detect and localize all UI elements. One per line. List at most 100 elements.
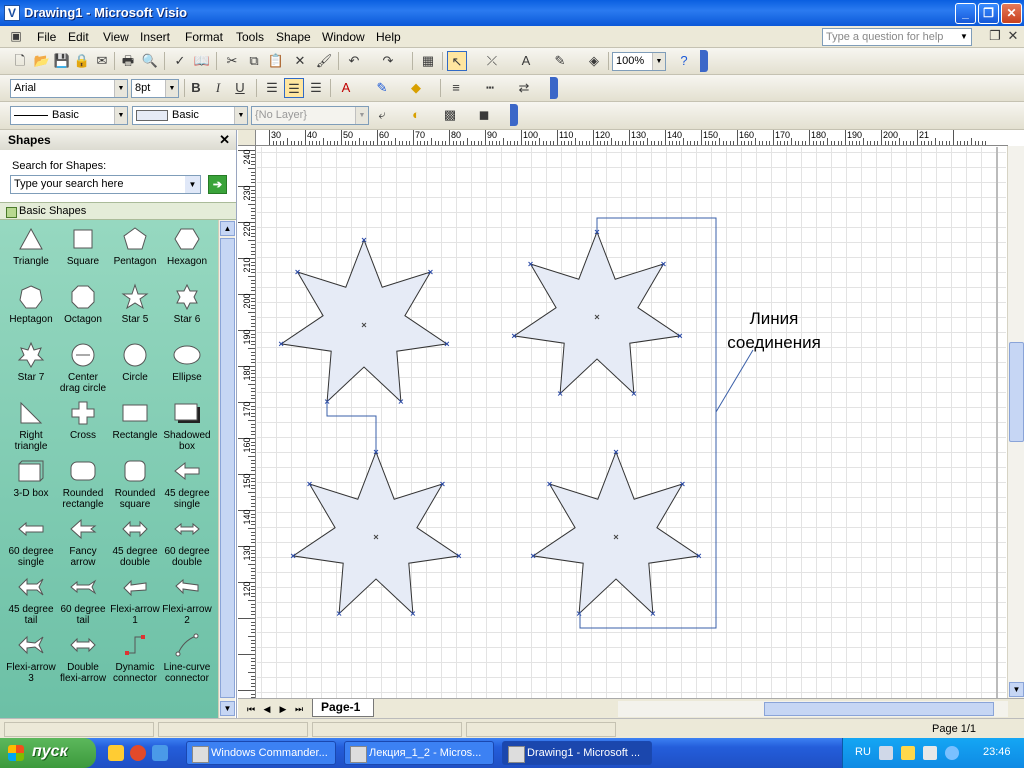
align-right-icon[interactable]: ☰ — [306, 78, 326, 98]
connector-style-icon[interactable]: ⤶ — [372, 105, 392, 125]
doc-close-icon[interactable]: ✕ — [1003, 26, 1023, 46]
delete-icon[interactable]: ✕ — [290, 51, 310, 71]
stencil-master-60-degree-tail[interactable]: 60 degree tail — [57, 573, 109, 626]
zoom-combo[interactable]: 100% ▼ — [612, 52, 666, 71]
chevron-down-icon[interactable]: ▼ — [185, 176, 200, 193]
ie-icon[interactable] — [152, 745, 168, 761]
vertical-ruler[interactable]: 240 230 220 210 200 190 180 170 160 150 140 130 120 — [238, 146, 256, 698]
stencil-master-rounded-rectangle[interactable]: Rounded rectangle — [57, 457, 109, 510]
search-go-button[interactable]: ➔ — [208, 175, 227, 194]
open-icon[interactable]: 📂 — [32, 51, 52, 71]
vertical-scrollbar[interactable]: ▼ — [1007, 146, 1024, 698]
pointer-tool-icon[interactable]: ↖ — [447, 51, 467, 71]
stencil-master-hexagon[interactable]: Hexagon — [161, 225, 213, 267]
callout-text[interactable]: Линия соединения — [714, 307, 834, 355]
chevron-down-icon[interactable]: ▼ — [165, 80, 178, 97]
align-left-icon[interactable]: ☰ — [262, 78, 282, 98]
font-size-combo[interactable]: 8pt ▼ — [131, 79, 179, 98]
menu-help[interactable]: Help — [376, 30, 401, 44]
stencil-master-3-d-box[interactable]: 3-D box — [5, 457, 57, 499]
save-icon[interactable]: 💾 — [52, 51, 72, 71]
scroll-down-icon[interactable]: ▼ — [220, 701, 235, 716]
font-color-icon[interactable]: A — [336, 78, 356, 98]
stencil-title[interactable]: Basic Shapes — [0, 202, 236, 220]
minimize-button[interactable]: _ — [955, 3, 976, 24]
stencil-master-60-degree-double[interactable]: 60 degree double — [161, 515, 213, 568]
scroll-down-icon[interactable]: ▼ — [1009, 682, 1024, 697]
pencil-tool-icon[interactable]: ✎ — [550, 51, 570, 71]
callout-leader-line[interactable] — [715, 349, 754, 413]
document-icon[interactable]: ▣ — [6, 26, 26, 46]
underline-icon[interactable]: U — [230, 78, 250, 98]
line-pattern-icon[interactable]: ┅ — [480, 78, 500, 98]
stencil-master-pentagon[interactable]: Pentagon — [109, 225, 161, 267]
font-combo[interactable]: Arial ▼ — [10, 79, 128, 98]
dynamic-connector-1[interactable] — [326, 401, 377, 452]
fill-style-combo[interactable]: Basic ▼ — [132, 106, 248, 125]
stencil-scrollbar[interactable]: ▲ ▼ — [218, 220, 235, 718]
horizontal-ruler[interactable]: 30 40 50 60 70 80 90 100 110 120 130 140 150 160 170 18… — [256, 130, 1008, 146]
star-7-shape-4[interactable] — [531, 450, 701, 615]
prev-page-icon[interactable]: ◀ — [260, 702, 274, 716]
stencil-master-heptagon[interactable]: Heptagon — [5, 283, 57, 325]
horizontal-scrollbar[interactable] — [618, 701, 1008, 717]
help-icon[interactable]: ? — [674, 51, 694, 71]
layer-combo[interactable]: {No Layer} ▼ — [251, 106, 369, 125]
stencil-master-rounded-square[interactable]: Rounded square — [109, 457, 161, 510]
menu-file[interactable]: File — [37, 30, 56, 44]
text-tool-icon[interactable]: A — [516, 51, 536, 71]
stencil-master-flexi-arrow-3[interactable]: Flexi-arrow 3 — [5, 631, 57, 684]
align-center-icon[interactable]: ☰ — [284, 78, 304, 98]
volume-icon[interactable] — [923, 746, 937, 760]
stencil-scroll-thumb[interactable] — [220, 238, 235, 698]
stencil-master-ellipse[interactable]: Ellipse — [161, 341, 213, 383]
task-word-lecture[interactable]: Лекция_1_2 - Micros... — [344, 741, 494, 765]
copy-icon[interactable]: ⧉ — [244, 51, 264, 71]
stencil-master-rectangle[interactable]: Rectangle — [109, 399, 161, 441]
stencil-master-shadowed-box[interactable]: Shadowed box — [161, 399, 213, 452]
menu-shape[interactable]: Shape — [276, 30, 311, 44]
chevron-down-icon[interactable]: ▼ — [234, 107, 247, 124]
doc-restore-icon[interactable]: ❐ — [985, 26, 1005, 46]
italic-icon[interactable]: I — [208, 78, 228, 98]
close-icon[interactable]: ✕ — [219, 132, 230, 148]
chevron-down-icon[interactable]: ▼ — [957, 29, 971, 45]
maximize-button[interactable]: ❐ — [978, 3, 999, 24]
stencil-master-double-flexi-arrow[interactable]: Double flexi-arrow — [57, 631, 109, 684]
last-page-icon[interactable]: ⏭ — [292, 702, 306, 716]
format-painter-icon[interactable]: 🖌 — [314, 51, 334, 71]
stencil-master-flexi-arrow-1[interactable]: Flexi-arrow 1 — [109, 573, 161, 626]
bold-icon[interactable]: B — [186, 78, 206, 98]
shape-search-input[interactable]: Type your search here ▼ — [10, 175, 201, 194]
visio-app-icon[interactable] — [4, 5, 20, 21]
menu-insert[interactable]: Insert — [140, 30, 170, 44]
fill-color-icon[interactable]: ◆ — [406, 78, 426, 98]
stencil-master-cross[interactable]: Cross — [57, 399, 109, 441]
print-preview-icon[interactable]: 🔍 — [140, 51, 160, 71]
menu-format[interactable]: Format — [185, 30, 223, 44]
stencil-master-star-6[interactable]: Star 6 — [161, 283, 213, 325]
stencil-master-line-curve-connector[interactable]: Line-curve connector — [161, 631, 213, 684]
chevron-down-icon[interactable]: ▼ — [355, 107, 368, 124]
stencil-master-circle[interactable]: Circle — [109, 341, 161, 383]
shadow-icon[interactable]: ◼ — [474, 105, 494, 125]
stencil-master-45-degree-single[interactable]: 45 degree single — [161, 457, 213, 510]
line-style-combo[interactable]: Basic ▼ — [10, 106, 128, 125]
stencil-master-triangle[interactable]: Triangle — [5, 225, 57, 267]
cut-icon[interactable]: ✂ — [222, 51, 242, 71]
stencil-master-fancy-arrow[interactable]: Fancy arrow — [57, 515, 109, 568]
page-tab[interactable]: Page-1 — [312, 699, 374, 717]
scroll-up-icon[interactable]: ▲ — [220, 221, 235, 236]
language-indicator[interactable]: RU — [855, 746, 871, 758]
stencil-master-star-7[interactable]: Star 7 — [5, 341, 57, 383]
stencil-master-octagon[interactable]: Octagon — [57, 283, 109, 325]
menu-tools[interactable]: Tools — [236, 30, 264, 44]
next-page-icon[interactable]: ▶ — [276, 702, 290, 716]
chevron-down-icon[interactable]: ▼ — [114, 80, 127, 97]
shapes-window-icon[interactable]: ▦ — [418, 51, 438, 71]
line-weight-icon[interactable]: ≡ — [446, 78, 466, 98]
redo-icon[interactable]: ↷ — [378, 51, 398, 71]
stencil-master-45-degree-double[interactable]: 45 degree double — [109, 515, 161, 568]
connector-tool-icon[interactable]: ⤫ — [482, 51, 502, 71]
stencil-master-45-degree-tail[interactable]: 45 degree tail — [5, 573, 57, 626]
